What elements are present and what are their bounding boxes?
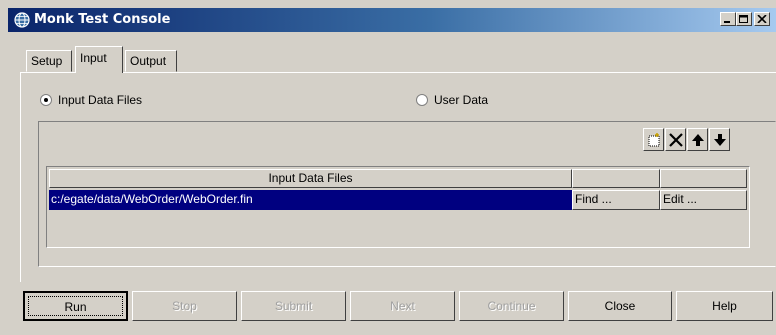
globe-icon	[14, 12, 30, 28]
column-header-edit[interactable]	[660, 169, 747, 188]
delete-row-button[interactable]	[665, 128, 686, 151]
move-up-icon	[692, 134, 704, 146]
column-header-find[interactable]	[572, 169, 660, 188]
stop-button[interactable]: Stop	[132, 291, 237, 321]
tab-output[interactable]: Output	[125, 50, 177, 72]
tab-input-label: Input	[80, 51, 107, 65]
move-down-button[interactable]	[709, 128, 730, 151]
new-row-icon	[648, 133, 660, 147]
run-button[interactable]: Run	[23, 291, 128, 321]
radio-button-selected[interactable]	[40, 94, 52, 106]
continue-button[interactable]: Continue	[459, 291, 564, 321]
close-button[interactable]: Close	[568, 291, 672, 321]
minimize-icon	[724, 21, 730, 23]
radio-user-data-label: User Data	[434, 93, 489, 107]
maximize-button[interactable]	[736, 12, 752, 26]
edit-button[interactable]: Edit ...	[660, 190, 747, 210]
title-bar[interactable]: Monk Test Console	[8, 8, 776, 32]
next-button[interactable]: Next	[350, 291, 455, 321]
find-button[interactable]: Find ...	[572, 190, 660, 210]
maximize-icon	[739, 15, 748, 23]
close-icon	[757, 15, 767, 23]
move-down-icon	[714, 134, 726, 146]
input-files-table: Input Data Files c:/egate/data/WebOrder/…	[46, 166, 750, 248]
monk-test-console-window: Monk Test Console Setup Input Output Inp…	[0, 0, 776, 335]
radio-input-data-files-label: Input Data Files	[58, 93, 143, 107]
tab-setup[interactable]: Setup	[26, 50, 72, 72]
minimize-button[interactable]	[720, 12, 736, 26]
close-window-button[interactable]	[754, 12, 770, 26]
radio-button-unselected[interactable]	[416, 94, 428, 106]
move-up-button[interactable]	[687, 128, 708, 151]
tab-input[interactable]: Input	[75, 46, 123, 73]
window-title: Monk Test Console	[34, 12, 171, 27]
delete-icon	[669, 133, 683, 147]
help-button[interactable]: Help	[676, 291, 773, 321]
submit-button[interactable]: Submit	[241, 291, 346, 321]
table-row-file[interactable]: c:/egate/data/WebOrder/WebOrder.fin	[49, 190, 572, 210]
add-row-button[interactable]	[643, 128, 664, 151]
tab-output-label: Output	[130, 54, 167, 68]
file-path: c:/egate/data/WebOrder/WebOrder.fin	[51, 192, 253, 206]
column-header-input-data-files[interactable]: Input Data Files	[49, 169, 572, 188]
tab-setup-label: Setup	[31, 54, 63, 68]
